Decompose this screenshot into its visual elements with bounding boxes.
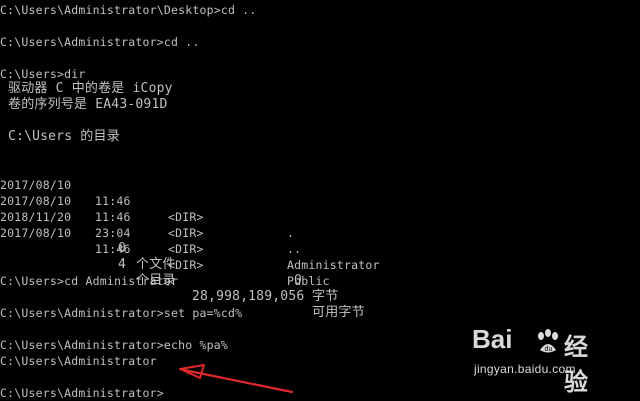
console-line: C:\Users>dir	[0, 67, 86, 81]
watermark-logo-text: Bai	[472, 324, 513, 354]
console-prompt-line: C:\Users\Administrator>	[0, 386, 164, 400]
console-line: 卷的序列号是 EA43-091D	[0, 97, 168, 112]
dir-row: 2017/08/10 11:46 <DIR> Public	[0, 209, 640, 288]
red-arrow-icon	[179, 364, 294, 394]
files-label: 个文件	[136, 257, 176, 272]
console-line: C:\Users 的目录	[0, 129, 120, 144]
watermark-url: jingyan.baidu.com	[474, 362, 576, 376]
console-window[interactable]: C:\Users\Administrator\Desktop>cd .. C:\…	[0, 0, 640, 400]
console-line: C:\Users\Administrator>set pa=%cd%	[0, 306, 243, 320]
console-line: C:\Users>cd Administrator	[0, 274, 179, 288]
free-label: 可用字节	[312, 305, 365, 320]
console-output-line: C:\Users\Administrator	[0, 354, 157, 368]
summary-dirs: 4 个目录 28,998,189,056 可用字节	[0, 241, 640, 320]
paw-icon: du	[538, 329, 558, 353]
files-bytes: 0	[294, 273, 303, 288]
dir-row: 2018/11/20 23:04 <DIR> Administrator	[0, 193, 640, 272]
summary-files: 0 个文件 0 字节	[0, 225, 640, 304]
bytes-label: 字节	[312, 289, 339, 304]
dir-row: 2017/08/10 11:46 <DIR> .	[0, 161, 640, 240]
dir-row: 2017/08/10 11:46 <DIR> ..	[0, 177, 640, 256]
console-line: C:\Users\Administrator>cd ..	[0, 35, 200, 49]
baidu-jingyan-watermark: Bai du 经验 jingyan.baidu.com	[472, 324, 612, 396]
dirs-count: 4	[118, 257, 127, 272]
console-line: 驱动器 C 中的卷是 iCopy	[0, 81, 173, 96]
svg-text:du: du	[545, 346, 553, 353]
console-line: C:\Users\Administrator>echo %pa%	[0, 338, 228, 352]
free-bytes: 28,998,189,056	[192, 289, 305, 304]
console-line: C:\Users\Administrator\Desktop>cd ..	[0, 3, 257, 17]
dir-name: Administrator	[287, 258, 380, 272]
